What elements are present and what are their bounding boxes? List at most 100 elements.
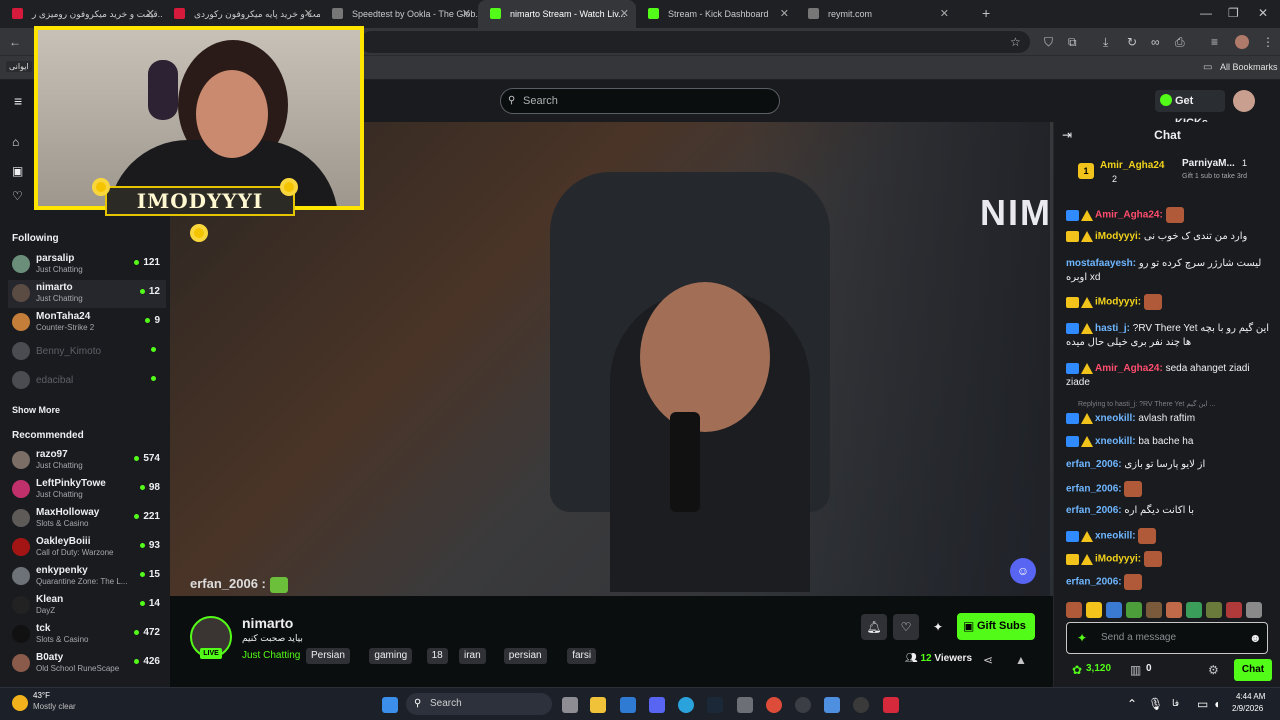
profile-avatar[interactable] (1235, 35, 1249, 49)
emote-icon[interactable] (1186, 602, 1202, 618)
sidebar-channel[interactable]: Benny_Kimoto (8, 338, 166, 366)
chat-username[interactable]: Amir_Agha24: (1095, 363, 1163, 374)
url-input[interactable] (360, 31, 1030, 53)
home-icon[interactable]: ⌂ (12, 135, 19, 149)
language-indicator[interactable]: فا (1172, 698, 1179, 709)
clip-button[interactable]: ✦ (925, 614, 951, 640)
sidebar-channel[interactable]: MaxHolloway Slots & Casino 221 (8, 505, 166, 533)
emote-icon[interactable] (1106, 602, 1122, 618)
channel-points[interactable]: 3,120 (1086, 663, 1111, 674)
emote-icon[interactable] (1246, 602, 1262, 618)
download-icon[interactable]: ⤓ (1103, 35, 1108, 49)
chat-username[interactable]: xneokill: (1095, 436, 1136, 447)
emote-icon[interactable] (1146, 602, 1162, 618)
second-user[interactable]: ParniyaM... (1182, 158, 1235, 169)
emoji-icon[interactable]: ☻ (1249, 631, 1262, 645)
following-heart-icon[interactable]: ♡ (12, 189, 23, 203)
discord-taskbar-icon[interactable] (649, 697, 665, 713)
print-icon[interactable]: ⎙ (1175, 35, 1185, 49)
task-view-icon[interactable] (562, 697, 578, 713)
sidebar-channel[interactable]: enkypenky Quarantine Zone: The L... 15 (8, 563, 166, 591)
close-icon[interactable]: ✕ (780, 7, 789, 20)
microphone-tray-icon[interactable]: 🎙︎ (1148, 697, 1163, 711)
hamburger-menu-icon[interactable]: ≡ (14, 94, 22, 108)
settings-app-icon[interactable] (737, 697, 753, 713)
chat-username[interactable]: erfan_2006: (1066, 577, 1122, 588)
browser-tab-active[interactable]: nimarto Stream - Watch Liv... ✕ (478, 0, 636, 28)
emote-icon[interactable] (1226, 602, 1242, 618)
clock-date[interactable]: 2/9/2026 (1232, 704, 1263, 713)
follow-heart-button[interactable]: ♡ (893, 614, 919, 640)
stream-tag[interactable]: gaming (369, 648, 413, 664)
sidebar-channel[interactable]: B0aty Old School RuneScape 426 (8, 650, 166, 678)
emote-icon[interactable] (1206, 602, 1222, 618)
send-chat-button[interactable]: Chat (1234, 659, 1272, 681)
chat-settings-gear-icon[interactable]: ⚙ (1208, 663, 1219, 677)
browse-icon[interactable]: ▣ (12, 164, 23, 178)
chat-username[interactable]: erfan_2006: (1066, 459, 1122, 470)
sidebar-channel[interactable]: edacibal (8, 367, 166, 395)
maximize-icon[interactable]: ❐ (1228, 6, 1239, 20)
leader-user[interactable]: Amir_Agha24 (1100, 160, 1164, 171)
vscode-icon[interactable] (620, 697, 636, 713)
stream-tag[interactable]: Persian (306, 648, 350, 664)
close-icon[interactable]: ✕ (146, 7, 155, 20)
browser-tab[interactable]: Speedtest by Ookla - The Glob... ✕ (320, 0, 478, 28)
extensions-icon[interactable]: ⧉ (1068, 35, 1077, 49)
show-more-link[interactable]: Show More (12, 405, 60, 415)
browser-tab[interactable]: Stream - Kick Dashboard ✕ (636, 0, 796, 28)
app-icon[interactable] (824, 697, 840, 713)
sidebar-channel[interactable]: Klean DayZ 14 (8, 592, 166, 620)
chat-username[interactable]: iModyyyi: (1095, 297, 1141, 308)
network-icon[interactable]: ▭ (1197, 697, 1208, 711)
chat-username[interactable]: erfan_2006: (1066, 505, 1122, 516)
close-icon[interactable]: ✕ (940, 7, 949, 20)
search-input[interactable]: ⚲ Search (500, 88, 780, 114)
stream-tag[interactable]: 18 (426, 648, 448, 664)
stream-tag[interactable]: iran (459, 648, 486, 664)
sidebar-channel[interactable]: parsalip Just Chatting 121 (8, 251, 166, 279)
chat-username[interactable]: mostafaayesh: (1066, 258, 1136, 269)
close-icon[interactable]: ✕ (620, 7, 629, 20)
stream-tag[interactable]: persian (503, 648, 547, 664)
history-icon[interactable]: ↻ (1127, 35, 1137, 49)
telegram-icon[interactable] (678, 697, 694, 713)
close-icon[interactable]: ✕ (304, 7, 313, 20)
sidebar-channel[interactable]: tck Slots & Casino 472 (8, 621, 166, 649)
sidebar-channel[interactable]: OakleyBoiii Call of Duty: Warzone 93 (8, 534, 166, 562)
bookmark-chip[interactable]: ایوانی (6, 61, 32, 72)
chat-username[interactable]: xneokill: (1095, 531, 1136, 542)
chrome-icon[interactable] (766, 697, 782, 713)
chat-username[interactable]: iModyyyi: (1095, 554, 1141, 565)
speedometer-icon[interactable] (795, 697, 811, 713)
sidebar-channel[interactable]: MonTaha24 Counter-Strike 2 9 (8, 309, 166, 337)
emote-icon[interactable] (1166, 602, 1182, 618)
file-explorer-icon[interactable] (590, 697, 606, 713)
app-p-icon[interactable] (883, 697, 899, 713)
emote-icon[interactable] (1126, 602, 1142, 618)
back-icon[interactable]: ← (9, 35, 21, 49)
user-avatar[interactable] (1233, 90, 1255, 112)
chat-username[interactable]: xneokill: (1095, 413, 1136, 424)
gift-subs-button[interactable]: ▣ Gift Subs (957, 613, 1035, 640)
share-icon[interactable]: ⋖ (983, 653, 993, 667)
sidebar-toggle-icon[interactable]: ≡ (1211, 35, 1218, 49)
stream-category[interactable]: Just Chatting (242, 650, 300, 661)
clock-time[interactable]: 4:44 AM (1236, 692, 1265, 701)
chat-message-input[interactable]: ✦ Send a message ☻ (1066, 622, 1268, 654)
get-kicks-button[interactable]: Get KICKs (1155, 90, 1225, 129)
sidebar-channel[interactable]: razo97 Just Chatting 574 (8, 447, 166, 475)
browser-tab[interactable]: قیمت و خرید پایه میکروفون رکوردی... ✕ (162, 0, 320, 28)
new-tab-icon[interactable]: + (982, 6, 990, 20)
link-icon[interactable]: ∞ (1151, 35, 1160, 49)
chat-username[interactable]: hasti_j: (1095, 323, 1130, 334)
obs-icon[interactable] (853, 697, 869, 713)
tray-chevron-icon[interactable]: ⌃ (1127, 697, 1137, 711)
chat-username[interactable]: iModyyyi: (1095, 231, 1141, 242)
chat-username[interactable]: Amir_Agha24: (1095, 210, 1163, 221)
taskbar-search[interactable]: ⚲ Search (406, 693, 552, 715)
start-button[interactable] (382, 697, 398, 713)
sidebar-channel[interactable]: LeftPinkyTowe Just Chatting 98 (8, 476, 166, 504)
emote-icon[interactable] (1086, 602, 1102, 618)
notification-bell-button[interactable]: 🔔︎ (861, 614, 887, 640)
